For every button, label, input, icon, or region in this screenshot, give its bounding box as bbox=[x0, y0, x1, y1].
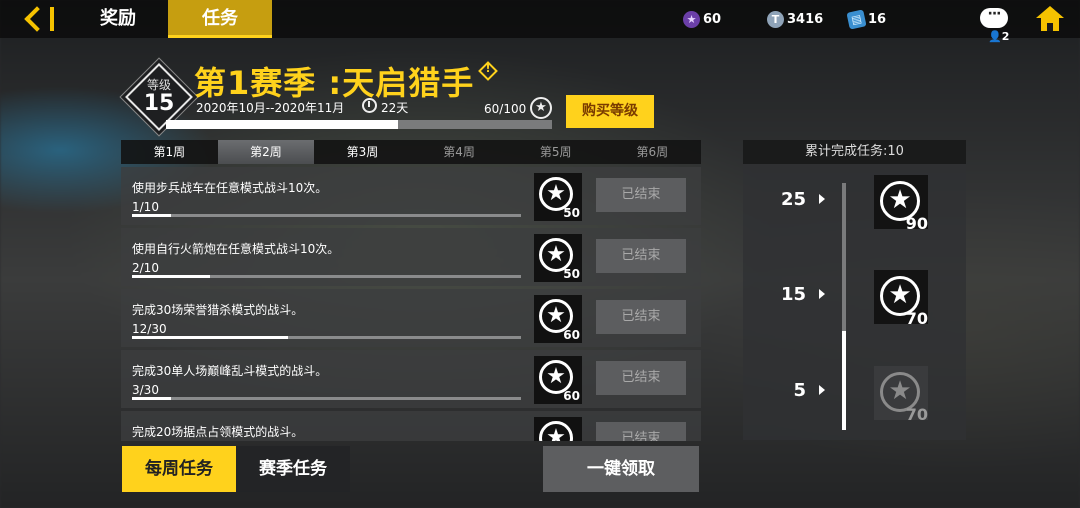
season-info-button[interactable]: ! bbox=[478, 61, 498, 81]
task-description: 完成20场据点占领模式的战斗。 bbox=[132, 425, 304, 439]
card-counter: ▤ 16 bbox=[846, 8, 887, 30]
task-row: 完成30场荣誉猎杀模式的战斗。 12/30 ★ 60 已结束 bbox=[121, 289, 701, 347]
task-description: 使用步兵战车在任意模式战斗10次。 bbox=[132, 181, 328, 195]
star-icon: ★ bbox=[539, 421, 573, 441]
task-progress-fill bbox=[132, 214, 171, 217]
tab-week-3[interactable]: 第3周 bbox=[314, 140, 411, 164]
milestone-reward-amount: 90 bbox=[905, 214, 928, 233]
claim-all-button[interactable]: 一键领取 bbox=[543, 446, 699, 492]
tab-week-6[interactable]: 第6周 bbox=[604, 140, 701, 164]
days-left: 22天 bbox=[381, 101, 409, 115]
milestone-reward-amount: 70 bbox=[905, 309, 928, 328]
card-icon: ▤ bbox=[846, 8, 867, 30]
home-icon-door bbox=[1047, 23, 1053, 31]
task-row: 使用自行火箭炮在任意模式战斗10次。 2/10 ★ 50 已结束 bbox=[121, 228, 701, 286]
arrow-right-icon bbox=[819, 385, 825, 395]
back-arrow-icon bbox=[24, 6, 50, 32]
top-bar: 奖励 任务 ★ 60 T 3416 ▤ 16 ··· 👤2 bbox=[0, 0, 1080, 43]
tab-reward[interactable]: 奖励 bbox=[70, 0, 166, 38]
cumulative-header: 累计完成任务:10 bbox=[743, 140, 966, 164]
task-progress-fill bbox=[132, 397, 171, 400]
task-progress-text: 1/10 bbox=[132, 200, 159, 214]
task-row: 完成20场据点占领模式的战斗。 ★ 已结束 bbox=[121, 411, 701, 441]
task-status-button[interactable]: 已结束 bbox=[596, 361, 686, 395]
milestone-reward-amount: 70 bbox=[905, 405, 928, 424]
arrow-right-icon bbox=[819, 194, 825, 204]
star-points-counter: ★ 60 bbox=[683, 9, 721, 29]
task-progress-fill bbox=[132, 336, 288, 339]
back-bar-icon bbox=[50, 7, 54, 31]
chat-button[interactable]: ··· 👤2 bbox=[978, 6, 1010, 43]
task-description: 完成30单人场巅峰乱斗模式的战斗。 bbox=[132, 364, 328, 378]
task-reward-amount: 60 bbox=[563, 389, 580, 403]
chat-icon: ··· bbox=[980, 7, 1008, 28]
coin-value: 3416 bbox=[787, 11, 824, 27]
milestone-row: 25 ★ 90 bbox=[743, 172, 966, 233]
xp-progress-bar bbox=[166, 120, 552, 129]
task-reward[interactable]: ★ bbox=[534, 417, 582, 441]
clock-icon bbox=[362, 98, 377, 113]
tab-tasks[interactable]: 任务 bbox=[168, 0, 272, 38]
task-status-button[interactable]: 已结束 bbox=[596, 422, 686, 441]
xp-progress-fill bbox=[166, 120, 398, 129]
xp-star-icon: ★ bbox=[530, 97, 552, 119]
task-row: 完成30单人场巅峰乱斗模式的战斗。 3/30 ★ 60 已结束 bbox=[121, 350, 701, 408]
task-progress-fill bbox=[132, 275, 210, 278]
milestone-reward[interactable]: ★ 90 bbox=[874, 175, 928, 233]
milestone-count: 25 bbox=[780, 189, 806, 210]
task-row: 使用步兵战车在任意模式战斗10次。 1/10 ★ 50 已结束 bbox=[121, 167, 701, 225]
task-reward[interactable]: ★ 50 bbox=[534, 173, 582, 221]
task-reward[interactable]: ★ 50 bbox=[534, 234, 582, 282]
task-progress-text: 2/10 bbox=[132, 261, 159, 275]
star-points-value: 60 bbox=[703, 11, 722, 27]
tab-week-2[interactable]: 第2周 bbox=[217, 140, 315, 164]
task-progress-bar bbox=[132, 397, 521, 400]
tab-week-1[interactable]: 第1周 bbox=[121, 140, 218, 164]
task-reward[interactable]: ★ 60 bbox=[534, 356, 582, 404]
task-progress-bar bbox=[132, 275, 521, 278]
task-progress-text: 3/30 bbox=[132, 383, 159, 397]
chat-count: 👤2 bbox=[988, 30, 1010, 43]
task-progress-bar bbox=[132, 214, 521, 217]
card-value: 16 bbox=[868, 11, 887, 27]
star-icon: ★ bbox=[683, 10, 700, 28]
task-description: 完成30场荣誉猎杀模式的战斗。 bbox=[132, 303, 304, 317]
cumulative-panel: 累计完成任务:10 25 ★ 90 15 ★ 70 5 ★ 70 bbox=[743, 140, 966, 440]
milestone-row: 5 ★ 70 bbox=[743, 363, 966, 424]
season-tasks-button[interactable]: 赛季任务 bbox=[236, 446, 350, 492]
milestone-reward[interactable]: ★ 70 bbox=[874, 366, 928, 424]
season-title: 第1赛季 :天启猎手 bbox=[194, 64, 475, 102]
task-status-button[interactable]: 已结束 bbox=[596, 239, 686, 273]
task-progress-bar bbox=[132, 336, 521, 339]
home-icon bbox=[1036, 6, 1064, 18]
milestone-count: 15 bbox=[780, 284, 806, 305]
warning-mark: ! bbox=[485, 62, 491, 75]
season-date-range: 2020年10月--2020年11月 bbox=[196, 101, 345, 115]
task-status-button[interactable]: 已结束 bbox=[596, 178, 686, 212]
milestone-reward[interactable]: ★ 70 bbox=[874, 270, 928, 328]
back-button[interactable] bbox=[14, 4, 60, 34]
buy-level-button[interactable]: 购买等级 bbox=[566, 95, 654, 128]
task-status-button[interactable]: 已结束 bbox=[596, 300, 686, 334]
tab-week-5[interactable]: 第5周 bbox=[507, 140, 604, 164]
milestone-count: 5 bbox=[793, 380, 806, 401]
week-tabs: 第1周 第2周 第3周 第4周 第5周 第6周 bbox=[121, 140, 701, 164]
coin-icon: T bbox=[767, 10, 784, 28]
task-reward-amount: 50 bbox=[563, 267, 580, 281]
level-number: 15 bbox=[143, 91, 175, 116]
xp-progress-text: 60/100 bbox=[484, 102, 527, 116]
task-progress-text: 12/30 bbox=[132, 322, 167, 336]
arrow-right-icon bbox=[819, 289, 825, 299]
home-button[interactable] bbox=[1036, 6, 1064, 34]
milestone-row: 15 ★ 70 bbox=[743, 267, 966, 328]
weekly-tasks-button[interactable]: 每周任务 bbox=[122, 446, 236, 492]
task-reward[interactable]: ★ 60 bbox=[534, 295, 582, 343]
task-reward-amount: 50 bbox=[563, 206, 580, 220]
coin-counter: T 3416 bbox=[767, 9, 823, 29]
task-list[interactable]: 使用步兵战车在任意模式战斗10次。 1/10 ★ 50 已结束 使用自行火箭炮在任意模式战… bbox=[121, 167, 701, 441]
task-reward-amount: 60 bbox=[563, 328, 580, 342]
tab-week-4[interactable]: 第4周 bbox=[411, 140, 508, 164]
task-description: 使用自行火箭炮在任意模式战斗10次。 bbox=[132, 242, 340, 256]
